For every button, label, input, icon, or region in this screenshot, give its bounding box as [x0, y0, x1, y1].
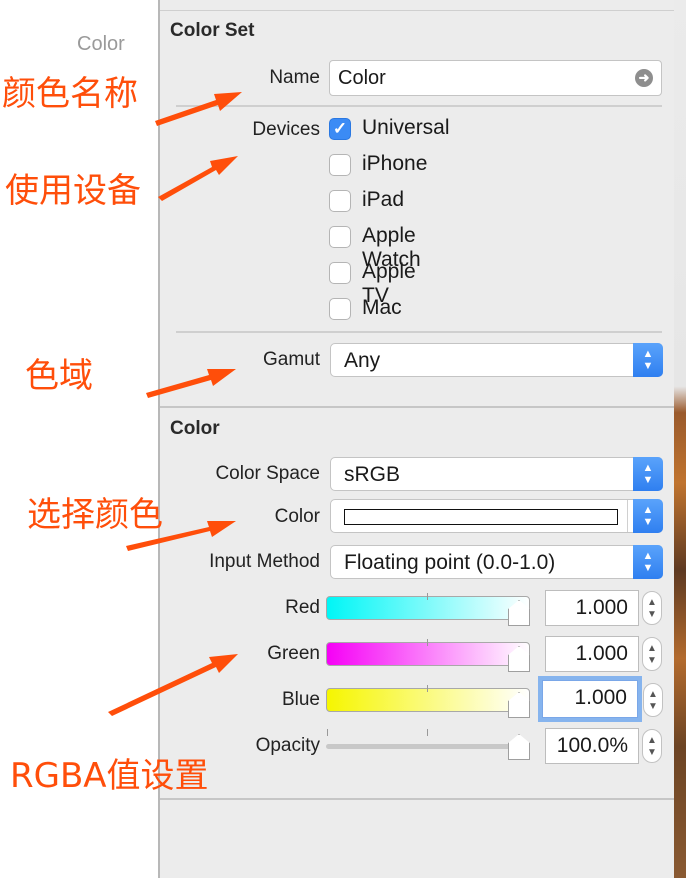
annotation-arrows: [108, 92, 242, 716]
arrow-devices: [158, 156, 238, 201]
arrow-gamut: [146, 369, 236, 398]
arrow-choose-color: [126, 521, 236, 551]
arrow-rgba: [108, 654, 238, 716]
arrow-color-name: [155, 92, 242, 126]
